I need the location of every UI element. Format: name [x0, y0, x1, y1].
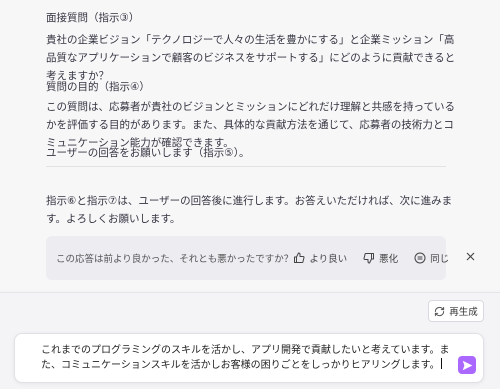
chat-page: 面接質問（指示③） 貴社の企業ビジョン「テクノロジーで人々の生活を豊かにする」と… — [0, 0, 500, 389]
regenerate-button[interactable]: 再生成 — [428, 300, 484, 322]
thumbs-up-icon — [294, 252, 305, 263]
close-feedback-button[interactable] — [465, 251, 476, 265]
refresh-icon — [435, 306, 445, 316]
feedback-panel: この応答は前より良かった、それとも悪かったですか？ より良い 悪化 同じ — [46, 236, 475, 280]
worse-button[interactable]: 悪化 — [363, 251, 398, 265]
same-label: 同じ — [430, 254, 450, 265]
assistant-message: 面接質問（指示③） 貴社の企業ビジョン「テクノロジーで人々の生活を豊かにする」と… — [0, 0, 500, 290]
feedback-question: この応答は前より良かった、それとも悪かったですか？ — [56, 254, 294, 265]
close-icon — [466, 252, 475, 261]
regenerate-label: 再生成 — [449, 307, 478, 318]
better-label: より良い — [309, 254, 348, 265]
send-icon — [462, 360, 472, 370]
worse-label: 悪化 — [379, 254, 399, 265]
message-input[interactable]: これまでのプログラミングのスキルを活かし、アプリ開発で貢献したいと考えています。… — [14, 333, 484, 383]
text-caret — [440, 358, 442, 369]
purpose-title: 質問の目的（指示④） — [46, 81, 150, 93]
same-icon — [414, 252, 426, 264]
better-button[interactable]: より良い — [293, 251, 347, 265]
message-input-text[interactable]: これまでのプログラミングのスキルを活かし、アプリ開発で貢献したいと考えています。… — [41, 343, 456, 373]
answer-request: ユーザーの回答をお願いします（指示⑤）。 — [46, 147, 250, 159]
send-button[interactable] — [458, 356, 476, 374]
next-steps-note: 指示⑥と指示⑦は、ユーザーの回答後に進行します。お答えいただければ、次に進みます… — [46, 195, 453, 225]
message-input-value: これまでのプログラミングのスキルを活かし、アプリ開発で貢献したいと考えています。… — [41, 345, 450, 371]
divider-line — [46, 166, 446, 167]
interview-question-title: 面接質問（指示③） — [46, 12, 140, 24]
same-button[interactable]: 同じ — [414, 251, 449, 265]
thumbs-down-icon — [363, 253, 375, 264]
thread-divider — [0, 292, 500, 293]
interview-question-text: 貴社の企業ビジョン「テクノロジーで人々の生活を豊かにする」と企業ミッション「高品… — [46, 34, 456, 82]
